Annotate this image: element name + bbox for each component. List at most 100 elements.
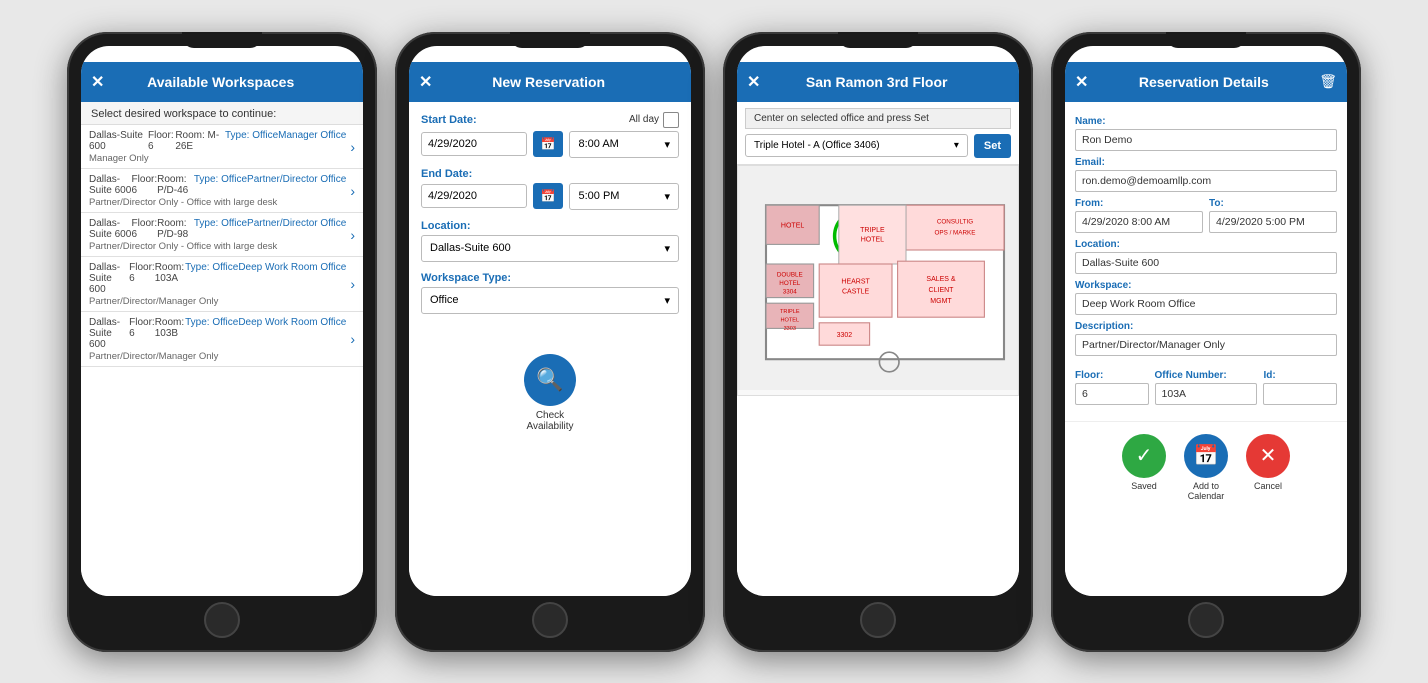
name-input[interactable] (1075, 129, 1337, 151)
floor-plan-svg: HOTEL CONSULTIG OPS / MARKE TRIPLE HOTEL (738, 166, 1018, 390)
svg-text:TRIPLE: TRIPLE (860, 226, 885, 233)
location-input[interactable] (1075, 252, 1337, 274)
phone-1-title: Available Workspaces (104, 74, 337, 90)
workspace-item-note: Manager Only (89, 153, 346, 164)
chevron-right-icon: › (350, 331, 355, 347)
floor-col: Floor: (1075, 364, 1149, 405)
map-search-hint: Center on selected office and press Set (745, 108, 1011, 129)
close-icon[interactable]: ✕ (747, 72, 760, 92)
floor-map-canvas[interactable]: HOTEL CONSULTIG OPS / MARKE TRIPLE HOTEL (737, 165, 1019, 396)
phone-4-screen: ✕ Reservation Details 🗑 Name: Email: Fro… (1065, 46, 1347, 596)
trash-icon[interactable]: 🗑 (1319, 73, 1337, 90)
phone-3-screen: ✕ San Ramon 3rd Floor Center on selected… (737, 46, 1019, 596)
phone-4-body: Name: Email: From: To: (1065, 102, 1347, 596)
svg-text:HEARST: HEARST (841, 278, 870, 285)
home-button[interactable] (860, 602, 896, 638)
saved-button[interactable]: ✓ Saved (1122, 434, 1166, 501)
workspace-type-label: Workspace Type: (421, 272, 679, 284)
svg-text:CASTLE: CASTLE (842, 288, 870, 295)
workspace-item-row2: Dallas-Suite 600 Floor: 6 Room: P/D-98 (89, 218, 194, 240)
phone-3-title: San Ramon 3rd Floor (760, 74, 993, 90)
svg-text:SALES &: SALES & (926, 275, 956, 282)
workspace-item-note: Partner/Director Only - Office with larg… (89, 241, 346, 252)
svg-text:MGMT: MGMT (930, 298, 952, 305)
workspace-item-note: Partner/Director/Manager Only (89, 351, 346, 362)
end-time-select[interactable]: 5:00 PM ▾ (569, 183, 679, 210)
svg-text:DOUBLE: DOUBLE (777, 271, 803, 278)
workspace-item-note: Partner/Director Only - Office with larg… (89, 197, 346, 208)
close-icon[interactable]: ✕ (91, 72, 104, 92)
phone-2-header: ✕ New Reservation (409, 62, 691, 102)
saved-icon: ✓ (1122, 434, 1166, 478)
home-button[interactable] (532, 602, 568, 638)
end-date-calendar-button[interactable]: 📅 (533, 183, 564, 209)
list-item[interactable]: Deep Work Room Office Type: Office Dalla… (81, 312, 363, 367)
list-item[interactable]: Deep Work Room Office Type: Office Dalla… (81, 257, 363, 312)
svg-text:3302: 3302 (837, 331, 853, 338)
name-label: Name: (1075, 116, 1337, 127)
to-label: To: (1209, 198, 1337, 209)
floor-office-id-row: Floor: Office Number: Id: (1075, 364, 1337, 405)
workspace-item-row2: Dallas-Suite 600 Floor: 6 Room: M-26E (89, 130, 225, 152)
home-button[interactable] (204, 602, 240, 638)
workspace-item-note: Partner/Director/Manager Only (89, 296, 346, 307)
phone-3-body: Center on selected office and press Set … (737, 102, 1019, 596)
workspace-item-content: Deep Work Room Office Type: Office Dalla… (89, 262, 346, 307)
home-button[interactable] (1188, 602, 1224, 638)
from-label: From: (1075, 198, 1203, 209)
floor-label: Floor: (1075, 370, 1149, 381)
end-date-input[interactable]: 4/29/2020 (421, 184, 527, 208)
map-office-dropdown[interactable]: Triple Hotel - A (Office 3406) ▾ (745, 134, 968, 157)
from-input[interactable] (1075, 211, 1203, 233)
phone-2: ✕ New Reservation Start Date: All day 4/… (395, 32, 705, 652)
list-item[interactable]: Manager Office Type: Office Dallas-Suite… (81, 125, 363, 169)
description-input[interactable] (1075, 334, 1337, 356)
svg-text:HOTEL: HOTEL (781, 222, 804, 229)
to-input[interactable] (1209, 211, 1337, 233)
map-set-button[interactable]: Set (974, 134, 1011, 158)
location-select[interactable]: Dallas-Suite 600 ▾ (421, 235, 679, 262)
start-date-calendar-button[interactable]: 📅 (533, 131, 564, 157)
phone-1-body: Select desired workspace to continue: Ma… (81, 102, 363, 596)
end-date-row: 4/29/2020 📅 5:00 PM ▾ (421, 183, 679, 210)
phone-4-header: ✕ Reservation Details 🗑 (1065, 62, 1347, 102)
id-col: Id: (1263, 364, 1337, 405)
phone-3: ✕ San Ramon 3rd Floor Center on selected… (723, 32, 1033, 652)
list-item[interactable]: Partner/Director Office Type: Office Dal… (81, 213, 363, 257)
close-icon[interactable]: ✕ (1075, 72, 1088, 92)
phone-1-top-bar (182, 32, 262, 48)
check-availability-label: CheckAvailability (526, 410, 573, 432)
workspace-subtitle: Select desired workspace to continue: (81, 102, 363, 125)
phone-2-body: Start Date: All day 4/29/2020 📅 8:00 AM … (409, 102, 691, 596)
svg-text:3303: 3303 (784, 325, 796, 331)
all-day-checkbox[interactable] (663, 112, 679, 128)
email-label: Email: (1075, 157, 1337, 168)
add-to-calendar-button[interactable]: 📅 Add toCalendar (1184, 434, 1228, 501)
office-number-input[interactable] (1155, 383, 1258, 405)
start-time-select[interactable]: 8:00 AM ▾ (569, 131, 679, 158)
close-icon[interactable]: ✕ (419, 72, 432, 92)
phone-3-top-bar (838, 32, 918, 48)
id-input[interactable] (1263, 383, 1337, 405)
phone-4-top-bar (1166, 32, 1246, 48)
workspace-input[interactable] (1075, 293, 1337, 315)
list-item[interactable]: Partner/Director Office Type: Office Dal… (81, 169, 363, 213)
check-availability-button[interactable]: 🔍 CheckAvailability (524, 354, 576, 432)
workspace-label: Workspace: (1075, 280, 1337, 291)
workspace-type-select[interactable]: Office ▾ (421, 287, 679, 314)
workspace-item-content: Partner/Director Office Type: Office Dal… (89, 218, 346, 252)
phone-2-screen: ✕ New Reservation Start Date: All day 4/… (409, 46, 691, 596)
workspace-item-content: Manager Office Type: Office Dallas-Suite… (89, 130, 346, 164)
check-availability-icon: 🔍 (524, 354, 576, 406)
workspace-item-row2: Dallas-Suite 600 Floor: 6 Room: 103A (89, 262, 185, 295)
svg-text:3304: 3304 (783, 288, 798, 295)
email-input[interactable] (1075, 170, 1337, 192)
cancel-button[interactable]: ✕ Cancel (1246, 434, 1290, 501)
floor-input[interactable] (1075, 383, 1149, 405)
start-date-input[interactable]: 4/29/2020 (421, 132, 527, 156)
start-date-label: Start Date: All day (421, 112, 679, 128)
phone-3-content: ✕ San Ramon 3rd Floor Center on selected… (737, 62, 1019, 596)
phone-4: ✕ Reservation Details 🗑 Name: Email: Fro… (1051, 32, 1361, 652)
phone-4-content: ✕ Reservation Details 🗑 Name: Email: Fro… (1065, 62, 1347, 596)
workspace-item-row2: Dallas-Suite 600 Floor: 6 Room: P/D-46 (89, 174, 194, 196)
